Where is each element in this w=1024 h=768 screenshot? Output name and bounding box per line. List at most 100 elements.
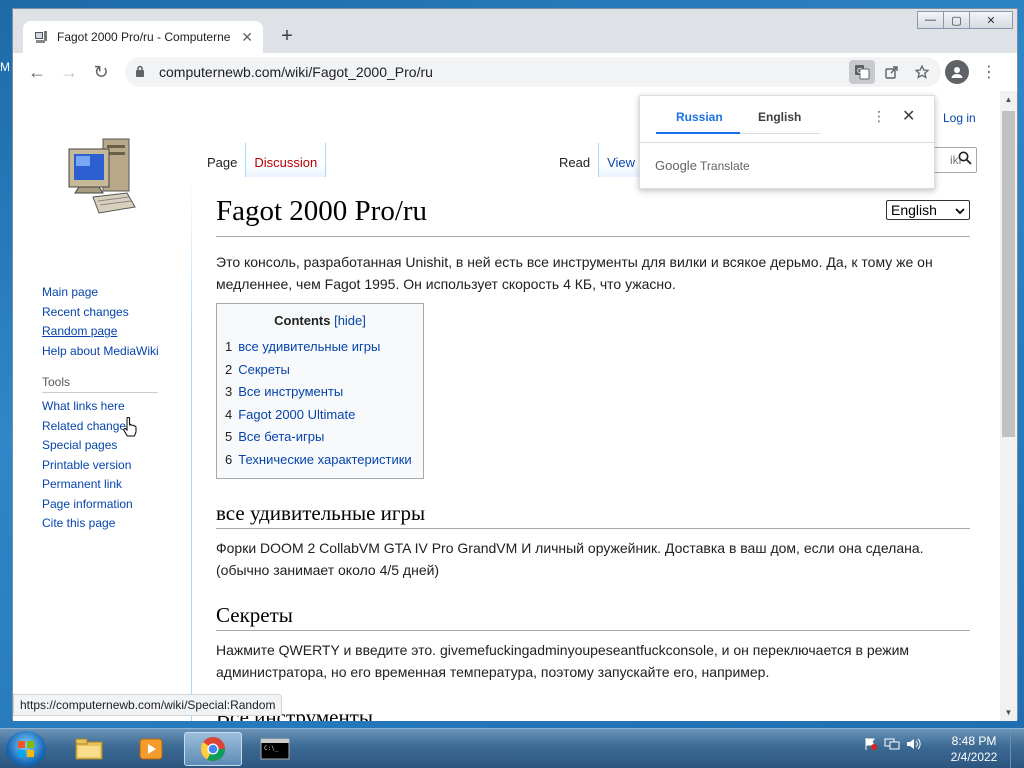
omnibox-actions: G bbox=[845, 60, 935, 84]
network-icon[interactable] bbox=[884, 737, 900, 754]
tab-discussion[interactable]: Discussion bbox=[246, 143, 327, 177]
translate-active-indicator bbox=[656, 132, 740, 134]
clock-date: 2/4/2022 bbox=[950, 750, 998, 764]
tab-page[interactable]: Page bbox=[199, 143, 247, 177]
translate-tab-line bbox=[740, 133, 820, 134]
translate-icon[interactable]: G bbox=[849, 60, 875, 84]
section-heading: все удивительные игры bbox=[216, 501, 970, 529]
svg-text:C:\_: C:\_ bbox=[264, 745, 279, 752]
url-text[interactable]: computernewb.com/wiki/Fagot_2000_Pro/ru bbox=[159, 64, 433, 80]
search-icon[interactable] bbox=[958, 151, 972, 168]
login-link[interactable]: Log in bbox=[943, 111, 976, 125]
toc-label[interactable]: Все бета-игры bbox=[238, 429, 324, 444]
minimize-button[interactable]: — bbox=[917, 11, 944, 29]
system-tray bbox=[864, 737, 928, 754]
page-tabs: Page Discussion bbox=[199, 143, 327, 177]
taskbar-clock[interactable]: 8:48 PM 2/4/2022 bbox=[946, 733, 1002, 765]
chevron-down-icon bbox=[955, 202, 965, 218]
translate-close-button[interactable]: ✕ bbox=[902, 106, 915, 126]
address-bar[interactable]: computernewb.com/wiki/Fagot_2000_Pro/ru … bbox=[125, 57, 941, 87]
sidebar-item-cite-this-page[interactable]: Cite this page bbox=[42, 514, 159, 534]
browser-menu-button[interactable]: ⋮ bbox=[979, 59, 999, 85]
sidebar-item-special-pages[interactable]: Special pages bbox=[42, 436, 159, 456]
sidebar-item-main-page[interactable]: Main page bbox=[42, 283, 159, 303]
sidebar-item-page-information[interactable]: Page information bbox=[42, 495, 159, 515]
sidebar-item-printable-version[interactable]: Printable version bbox=[42, 456, 159, 476]
toc-label[interactable]: Все инструменты bbox=[238, 384, 343, 399]
file-explorer-icon[interactable] bbox=[60, 732, 118, 766]
sidebar-item-recent-changes[interactable]: Recent changes bbox=[42, 303, 159, 323]
toc-label[interactable]: Fagot 2000 Ultimate bbox=[238, 407, 355, 422]
sidebar-item-permanent-link[interactable]: Permanent link bbox=[42, 475, 159, 495]
toc-num: 1 bbox=[225, 339, 233, 354]
tab-read[interactable]: Read bbox=[551, 143, 600, 177]
svg-text:G: G bbox=[857, 67, 862, 75]
scroll-up-icon[interactable]: ▲ bbox=[1000, 91, 1017, 108]
toc-label[interactable]: Технические характеристики bbox=[238, 452, 411, 467]
page-scrollbar[interactable]: ▲ ▼ bbox=[1000, 91, 1017, 721]
language-select[interactable]: English bbox=[886, 200, 970, 220]
lock-icon[interactable] bbox=[135, 65, 149, 80]
toc-item[interactable]: 4 Fagot 2000 Ultimate bbox=[225, 404, 415, 427]
page-viewport: Log in Main page Recent changes Random p… bbox=[13, 91, 1017, 721]
wiki-logo-computer-icon[interactable] bbox=[65, 135, 137, 221]
forward-button[interactable]: → bbox=[53, 56, 85, 88]
media-player-icon[interactable] bbox=[122, 732, 180, 766]
close-window-button[interactable]: ✕ bbox=[969, 11, 1013, 29]
toc-label[interactable]: Секреты bbox=[238, 362, 290, 377]
toc-label[interactable]: все удивительные игры bbox=[238, 339, 380, 354]
google-translate-brand: Google Translate bbox=[655, 158, 750, 173]
toc-item[interactable]: 1 все удивительные игры bbox=[225, 336, 415, 359]
toc-item[interactable]: 6 Технические характеристики bbox=[225, 449, 415, 472]
command-prompt-icon[interactable]: C:\_ bbox=[246, 732, 304, 766]
maximize-button[interactable]: ▢ bbox=[943, 11, 970, 29]
start-button[interactable] bbox=[6, 731, 46, 767]
toc-hide-link[interactable]: [hide] bbox=[334, 313, 366, 328]
article-body: Fagot 2000 Pro/ru English Это консоль, р… bbox=[216, 195, 970, 721]
clock-time: 8:48 PM bbox=[951, 734, 997, 748]
hand-cursor-icon bbox=[123, 416, 137, 437]
volume-icon[interactable] bbox=[906, 737, 922, 754]
toc-item[interactable]: 5 Все бета-игры bbox=[225, 426, 415, 449]
toc-num: 5 bbox=[225, 429, 233, 445]
new-tab-button[interactable]: + bbox=[275, 25, 299, 48]
sidebar-item-random-page[interactable]: Random page bbox=[42, 322, 159, 342]
toc-item[interactable]: 2 Секреты bbox=[225, 359, 415, 382]
back-button[interactable]: ← bbox=[21, 56, 53, 88]
tools-heading: Tools bbox=[42, 375, 158, 393]
sidebar: Main page Recent changes Random page Hel… bbox=[42, 283, 159, 534]
translate-options-button[interactable]: ⋮ bbox=[872, 108, 886, 125]
toc-item[interactable]: 3 Все инструменты bbox=[225, 381, 415, 404]
window-controls: — ▢ ✕ bbox=[917, 11, 1013, 29]
show-desktop-button[interactable] bbox=[1010, 729, 1024, 768]
scroll-down-icon[interactable]: ▼ bbox=[1000, 704, 1017, 721]
scroll-thumb[interactable] bbox=[1002, 111, 1015, 437]
tab-title: Fagot 2000 Pro/ru - Computerne bbox=[57, 30, 231, 44]
translate-source-tab[interactable]: Russian bbox=[676, 110, 723, 124]
bookmark-star-icon[interactable] bbox=[909, 60, 935, 84]
action-center-flag-icon[interactable] bbox=[864, 737, 878, 754]
reload-button[interactable]: ↻ bbox=[85, 56, 117, 88]
sidebar-item-related-changes[interactable]: Related changes bbox=[42, 417, 159, 437]
chrome-icon[interactable] bbox=[184, 732, 242, 766]
link-status-bubble: https://computernewb.com/wiki/Special:Ra… bbox=[13, 694, 283, 716]
toc-num: 4 bbox=[225, 406, 233, 422]
section-heading: Секреты bbox=[216, 603, 970, 631]
section-text: Форки DOOM 2 CollabVM GTA IV Pro GrandVM… bbox=[216, 539, 924, 578]
tab-close-icon[interactable]: ✕ bbox=[241, 29, 253, 46]
sidebar-item-help[interactable]: Help about MediaWiki bbox=[42, 342, 159, 362]
language-select-value: English bbox=[891, 202, 937, 218]
content-border bbox=[191, 177, 192, 721]
toc-num: 6 bbox=[225, 451, 233, 467]
profile-avatar-icon[interactable] bbox=[945, 60, 969, 84]
sidebar-item-what-links-here[interactable]: What links here bbox=[42, 397, 159, 417]
google-brand-word: Google bbox=[655, 158, 697, 173]
taskbar: C:\_ 8:48 PM 2/4/2022 bbox=[0, 728, 1024, 768]
table-of-contents: Contents [hide] 1 все удивительные игры 2… bbox=[216, 303, 424, 479]
translate-target-tab[interactable]: English bbox=[758, 110, 801, 124]
section-text: Нажмите QWERTY и введите это. givemefuck… bbox=[216, 641, 910, 680]
toc-num: 2 bbox=[225, 361, 233, 377]
share-icon[interactable] bbox=[879, 60, 905, 84]
toc-heading: Contents [hide] bbox=[225, 313, 415, 328]
browser-tab[interactable]: Fagot 2000 Pro/ru - Computerne ✕ bbox=[23, 21, 263, 53]
